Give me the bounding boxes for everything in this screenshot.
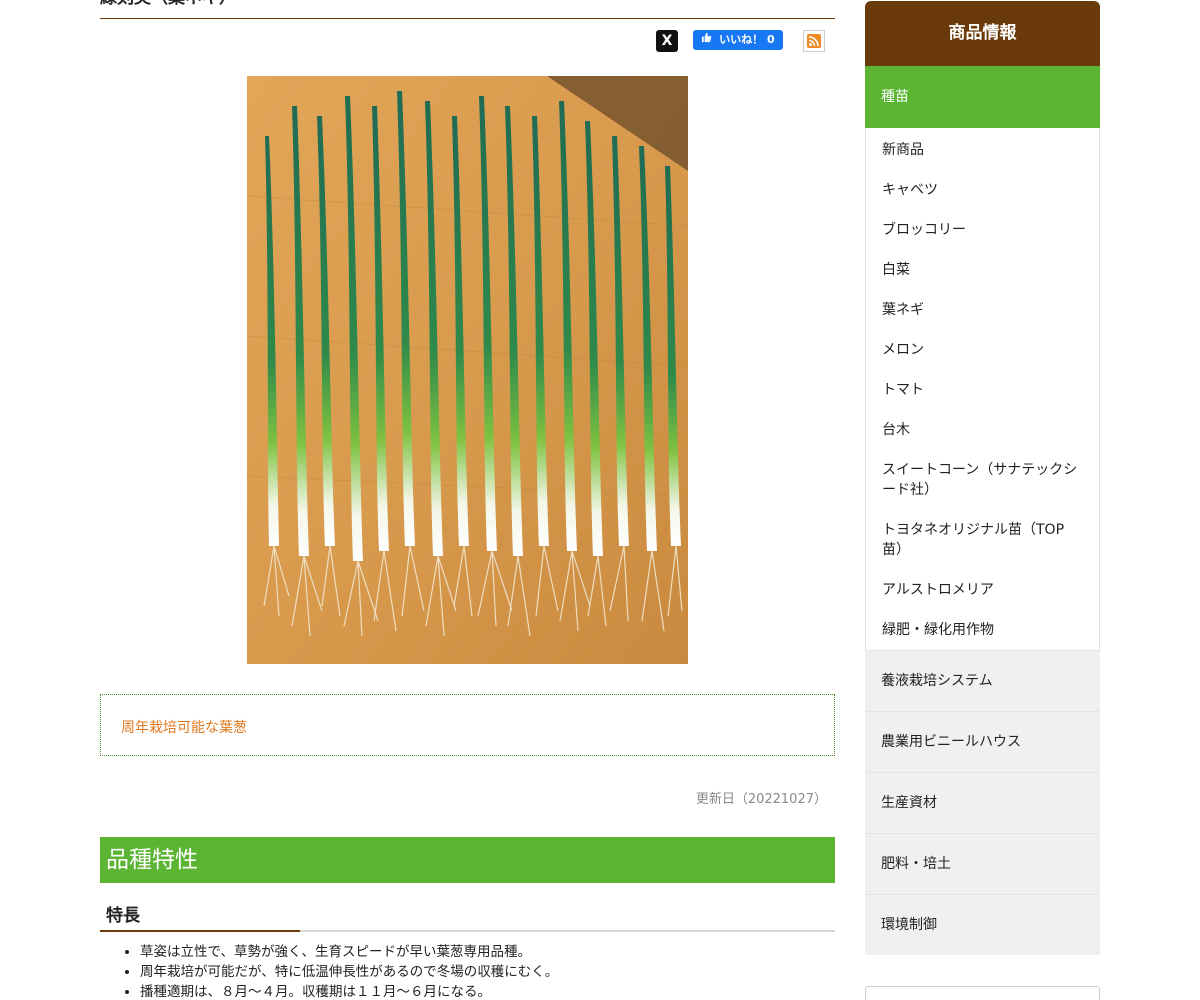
facebook-thumb-icon [701,30,712,50]
sidebar-nav: 商品情報 種苗 新商品 キャベツ ブロッコリー 白菜 葉ネギ メロン トマト 台… [865,1,1100,955]
sidebar-subitem-rootstock[interactable]: 台木 [866,410,1099,450]
page: 緑剣美（葉ネギ） X いいね！ 0 [0,0,1200,1000]
sidebar-subitem-chinese-cabbage[interactable]: 白菜 [866,250,1099,290]
catch-copy-box: 周年栽培可能な葉葱 [100,694,835,756]
sidebar-header: 商品情報 [865,1,1100,66]
subsection-heading: 特長 [106,906,140,926]
sidebar-item-hydroponics[interactable]: 養液栽培システム [865,650,1100,711]
section-heading: 品種特性 [100,837,835,883]
feature-list: 草姿は立性で、草勢が強く、生育スピードが早い葉葱専用品種。 周年栽培が可能だが、… [100,942,830,1000]
sidebar-subitem-tomato[interactable]: トマト [866,370,1099,410]
sidebar-item-seedlings[interactable]: 種苗 [865,66,1100,128]
sidebar-subitem-sweet-corn[interactable]: スイートコーン（サナテックシード社） [866,450,1099,510]
x-share-button[interactable]: X [656,30,678,52]
updated-date: 更新日（20221027） [695,792,827,807]
sidebar-subitem-green-manure[interactable]: 緑肥・緑化用作物 [866,610,1099,650]
sidebar-subitem-green-onion[interactable]: 葉ネギ [866,290,1099,330]
sidebar-subitem-new-products[interactable]: 新商品 [866,130,1099,170]
sidebar-item-greenhouse[interactable]: 農業用ビニールハウス [865,711,1100,772]
sidebar-item-environment-control[interactable]: 環境制御 [865,894,1100,955]
sidebar-subitem-cabbage[interactable]: キャベツ [866,170,1099,210]
list-item: 周年栽培が可能だが、特に低温伸長性があるので冬場の収穫にむく。 [140,962,830,982]
rss-button[interactable] [803,30,825,52]
catch-copy: 周年栽培可能な葉葱 [121,720,247,736]
sidebar-sublist: 新商品 キャベツ ブロッコリー 白菜 葉ネギ メロン トマト 台木 スイートコー… [865,128,1100,650]
sidebar-subitem-alstroemeria[interactable]: アルストロメリア [866,570,1099,610]
facebook-like-button[interactable]: いいね！ 0 [693,30,783,50]
list-item: 播種適期は、８月〜４月。収穫期は１１月〜６月になる。 [140,982,830,1000]
sidebar-subitem-broccoli[interactable]: ブロッコリー [866,210,1099,250]
subsection-divider-accent [100,930,300,932]
list-item: 草姿は立性で、草勢が強く、生育スピードが早い葉葱専用品種。 [140,942,830,962]
sidebar-item-materials[interactable]: 生産資材 [865,772,1100,833]
sidebar-subitem-melon[interactable]: メロン [866,330,1099,370]
title-divider [100,18,835,19]
product-photo [247,76,688,664]
x-logo-icon: X [661,33,673,49]
page-title: 緑剣美（葉ネギ） [100,0,236,8]
sidebar-next-widget [865,986,1100,1000]
sidebar-subitem-original-seedlings[interactable]: トヨタネオリジナル苗（TOP苗） [866,510,1099,570]
facebook-like-label: いいね！ 0 [719,33,775,46]
rss-icon [807,34,821,48]
sidebar-item-fertilizer[interactable]: 肥料・培土 [865,833,1100,894]
